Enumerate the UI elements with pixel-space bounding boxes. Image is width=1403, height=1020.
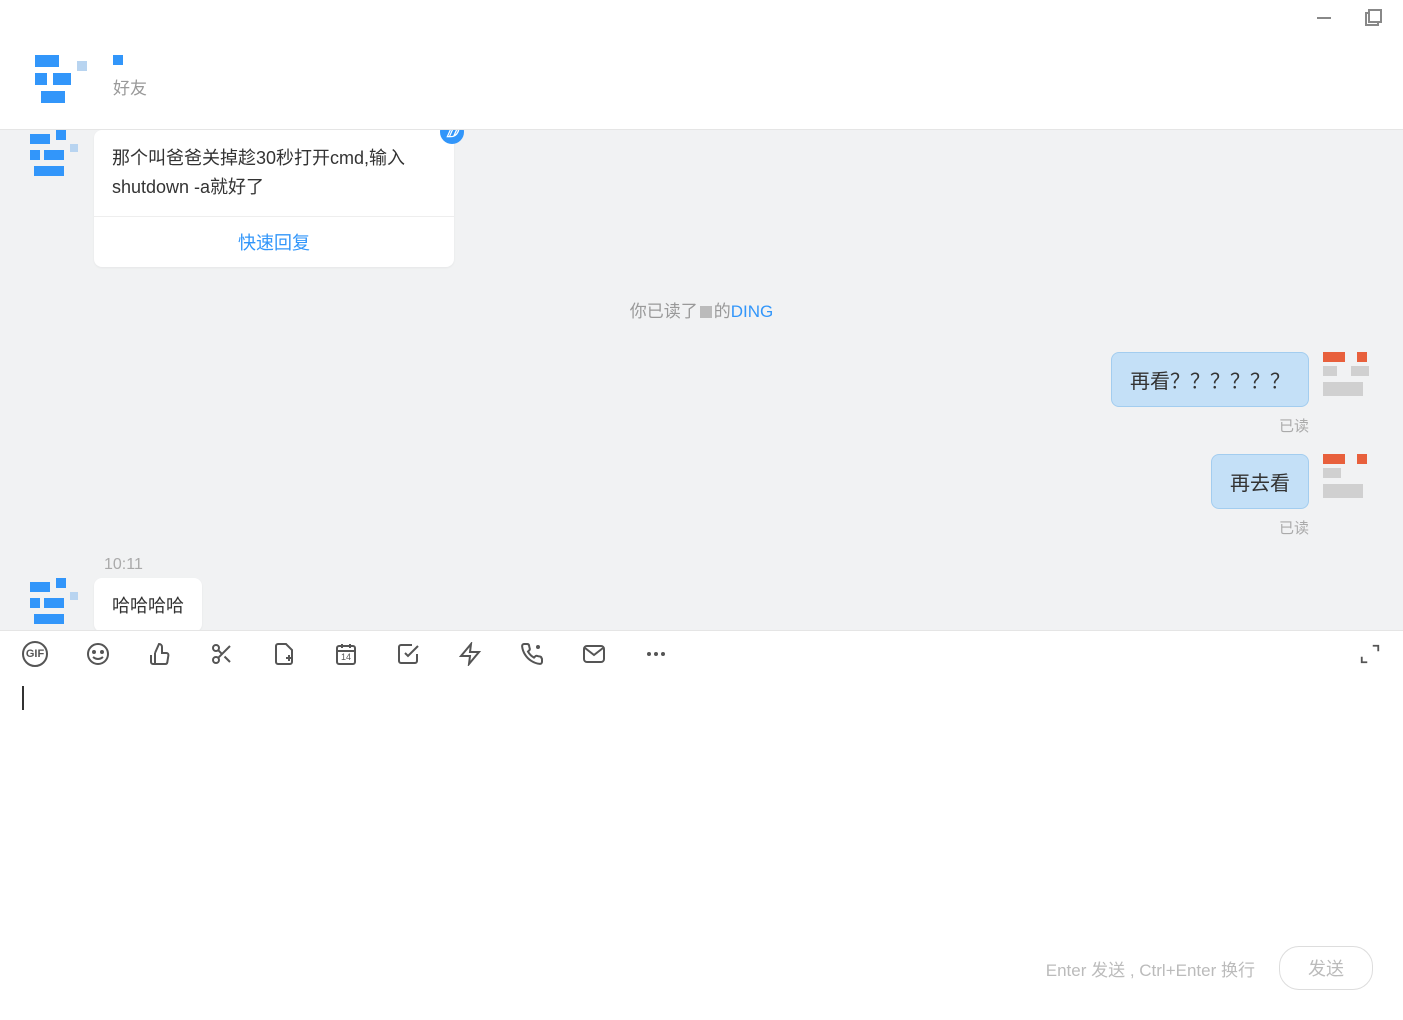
input-footer: Enter 发送 , Ctrl+Enter 换行 发送 bbox=[1046, 946, 1373, 990]
message-text: 再看？？？？？？ bbox=[1111, 352, 1309, 407]
ding-link[interactable]: DING bbox=[731, 302, 774, 321]
outgoing-message: 再看？？？？？？ bbox=[30, 352, 1373, 407]
quick-reply-button[interactable]: 快速回复 bbox=[94, 216, 454, 267]
send-button[interactable]: 发送 bbox=[1279, 946, 1373, 990]
ding-read-notice: 你已读了的DING bbox=[30, 297, 1373, 322]
chat-area[interactable]: ⅅ 那个叫爸爸关掉趁30秒打开cmd,输入shutdown -a就好了 快速回复… bbox=[0, 130, 1403, 630]
chat-header: 好友 bbox=[0, 40, 1403, 130]
message-text: 那个叫爸爸关掉趁30秒打开cmd,输入shutdown -a就好了 bbox=[94, 130, 454, 216]
minimize-icon[interactable] bbox=[1315, 9, 1333, 32]
send-hint: Enter 发送 , Ctrl+Enter 换行 bbox=[1046, 956, 1255, 981]
titlebar bbox=[0, 0, 1403, 40]
read-status: 已读 bbox=[30, 517, 1309, 538]
message-input[interactable]: Enter 发送 , Ctrl+Enter 换行 发送 bbox=[0, 676, 1403, 1020]
ding-lightning-icon[interactable] bbox=[458, 642, 482, 666]
message-text: 哈哈哈哈 bbox=[94, 578, 202, 630]
text-cursor bbox=[22, 686, 24, 710]
todo-check-icon[interactable] bbox=[396, 642, 420, 666]
maximize-icon[interactable] bbox=[1363, 8, 1383, 33]
thumbs-up-icon[interactable] bbox=[148, 642, 172, 666]
avatar[interactable] bbox=[35, 55, 95, 115]
message-text: 再去看 bbox=[1211, 454, 1309, 509]
redacted-name bbox=[700, 306, 712, 318]
ding-card: ⅅ 那个叫爸爸关掉趁30秒打开cmd,输入shutdown -a就好了 快速回复 bbox=[94, 130, 454, 267]
emoji-icon[interactable] bbox=[86, 642, 110, 666]
calendar-icon[interactable]: 14 bbox=[334, 642, 358, 666]
more-icon[interactable] bbox=[644, 642, 668, 666]
file-add-icon[interactable] bbox=[272, 642, 296, 666]
header-info: 好友 bbox=[113, 70, 147, 99]
read-status: 已读 bbox=[30, 415, 1309, 436]
phone-call-icon[interactable] bbox=[520, 642, 544, 666]
incoming-message: 哈哈哈哈 bbox=[30, 578, 1373, 630]
contact-relation: 好友 bbox=[113, 74, 147, 99]
mail-icon[interactable] bbox=[582, 642, 606, 666]
gif-icon[interactable]: GIF bbox=[22, 641, 48, 667]
avatar[interactable] bbox=[30, 130, 80, 180]
scissors-icon[interactable] bbox=[210, 642, 234, 666]
outgoing-message: 再去看 bbox=[30, 454, 1373, 509]
message-timestamp: 10:11 bbox=[104, 556, 1373, 574]
expand-icon[interactable] bbox=[1359, 643, 1381, 665]
avatar[interactable] bbox=[30, 578, 80, 628]
avatar[interactable] bbox=[1323, 454, 1373, 504]
avatar[interactable] bbox=[1323, 352, 1373, 402]
input-toolbar: GIF 14 bbox=[0, 630, 1403, 676]
svg-text:14: 14 bbox=[341, 652, 351, 662]
